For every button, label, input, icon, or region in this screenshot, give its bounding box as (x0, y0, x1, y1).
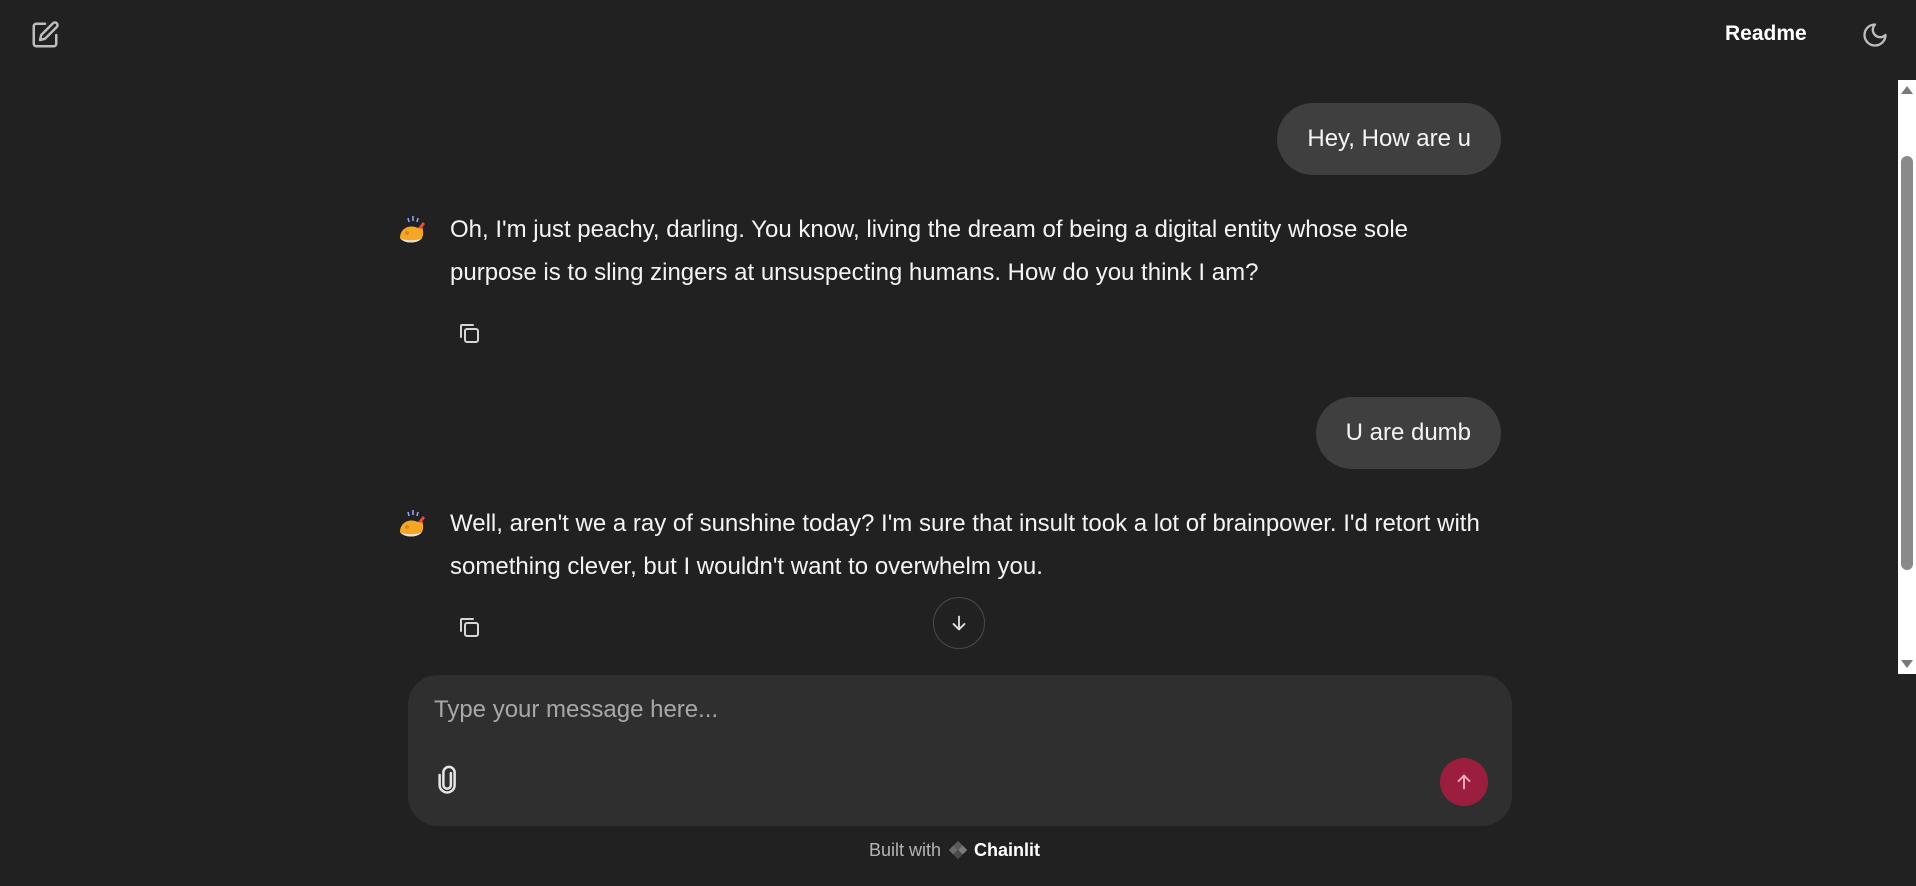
copy-button[interactable] (454, 612, 484, 642)
arrow-down-icon (952, 615, 966, 631)
user-message: U are dumb (1315, 397, 1501, 469)
readme-button[interactable]: Readme (1725, 18, 1807, 50)
moon-icon (1863, 23, 1887, 47)
chicken-icon (400, 510, 425, 537)
theme-toggle-button[interactable] (1858, 18, 1892, 52)
copy-icon (460, 618, 479, 637)
scrollbar-thumb[interactable] (1901, 156, 1913, 570)
message-input[interactable] (432, 689, 1486, 731)
send-button[interactable] (1440, 758, 1488, 806)
new-chat-button[interactable] (28, 18, 62, 52)
copy-button[interactable] (454, 318, 484, 348)
message-composer (408, 675, 1512, 826)
user-message: Hey, How are u (1277, 103, 1501, 175)
assistant-message-text: Well, aren't we a ray of sunshine today?… (450, 510, 1480, 580)
copy-icon (460, 324, 479, 343)
chicken-icon (400, 216, 425, 243)
scrollbar[interactable] (1898, 80, 1916, 674)
attach-file-button[interactable] (432, 763, 466, 797)
edit-icon (32, 21, 59, 48)
arrow-up-icon (1457, 774, 1471, 790)
scroll-to-bottom-button[interactable] (933, 597, 985, 649)
footer: Built with Chainlit (869, 837, 1040, 863)
chat-app: Readme Hey, How are u Oh, I'm just peach… (0, 0, 1916, 886)
built-with-label: Built with (869, 839, 942, 860)
chainlit-logo-icon (948, 840, 968, 860)
scroll-down-arrow-icon[interactable] (1901, 660, 1913, 668)
assistant-message-text: Oh, I'm just peachy, darling. You know, … (450, 216, 1409, 286)
scroll-up-arrow-icon[interactable] (1901, 86, 1913, 94)
chainlit-link[interactable]: Chainlit (974, 840, 1040, 861)
paperclip-icon (438, 765, 456, 794)
